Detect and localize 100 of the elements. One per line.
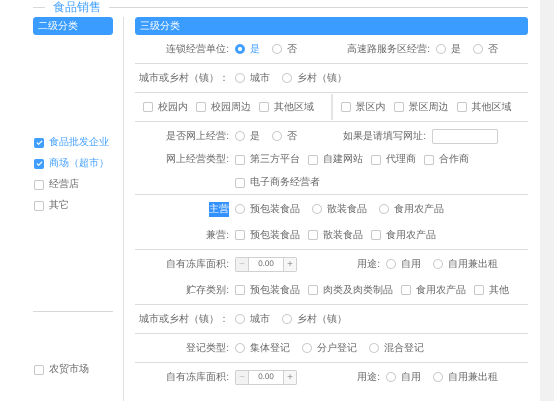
option-label: 是 — [451, 42, 461, 56]
checkbox[interactable] — [474, 285, 484, 295]
section-title: 食品销售 — [52, 1, 102, 13]
checkbox[interactable] — [394, 102, 404, 112]
field-label: 是否网上经营: — [166, 130, 229, 144]
radio-button[interactable] — [302, 343, 312, 353]
checkbox[interactable] — [235, 178, 245, 188]
url-input-field[interactable] — [432, 128, 498, 144]
option-label: 预包装食品 — [250, 202, 300, 216]
field-label: 用途: — [357, 258, 380, 270]
option-label: 食用农产品 — [386, 228, 436, 242]
radio-button[interactable] — [235, 314, 245, 324]
checkbox[interactable] — [34, 364, 44, 374]
category-label: 食品批发企业 — [49, 136, 109, 150]
radio-button[interactable] — [235, 44, 245, 54]
option-label: 食用农产品 — [416, 284, 466, 298]
radio-button[interactable] — [473, 44, 483, 54]
option-label: 其他区域 — [274, 100, 314, 114]
increment-button[interactable]: + — [283, 258, 296, 270]
checkbox[interactable] — [308, 230, 318, 240]
checkbox[interactable] — [34, 180, 44, 190]
option-label: 分户登记 — [317, 342, 357, 356]
field-label: 登记类型: — [186, 342, 229, 356]
category-label: 经营店 — [49, 178, 79, 192]
option-label: 散装食品 — [327, 202, 367, 216]
checkbox[interactable] — [34, 158, 44, 168]
option-label: 是 — [250, 130, 260, 144]
column-header: 三级分类 — [135, 17, 528, 35]
radio-button[interactable] — [436, 44, 446, 54]
option-label: 混合登记 — [384, 342, 424, 356]
radio-button[interactable] — [272, 131, 282, 141]
field-label: 连锁经营单位: — [166, 42, 229, 56]
option-label: 集体登记 — [250, 342, 290, 356]
radio-button[interactable] — [235, 343, 245, 353]
checkbox[interactable] — [308, 285, 318, 295]
increment-button[interactable]: + — [283, 370, 296, 384]
radio-button[interactable] — [386, 372, 396, 382]
radio-button[interactable] — [433, 259, 443, 269]
option-label: 散装食品 — [323, 228, 363, 242]
option-label: 电子商务经营者 — [250, 176, 320, 190]
option-label: 合作商 — [439, 152, 469, 167]
option-label: 乡村（镇） — [297, 72, 347, 86]
checkbox[interactable] — [235, 154, 245, 164]
option-label: 校园内 — [158, 100, 188, 114]
radio-button[interactable] — [369, 343, 379, 353]
option-label: 否 — [488, 42, 498, 56]
number-value: 0.00 — [257, 371, 275, 383]
radio-button[interactable] — [272, 44, 282, 54]
radio-button[interactable] — [379, 204, 389, 214]
column-header: 二级分类 — [33, 17, 113, 35]
check-icon — [36, 160, 42, 167]
option-label: 自用兼出租 — [448, 370, 498, 384]
field-label: 自有冻库面积: — [166, 258, 229, 272]
checkbox[interactable] — [456, 102, 466, 112]
radio-button[interactable] — [433, 372, 443, 382]
option-label: 城市 — [250, 312, 270, 326]
field-label: 高速路服务区经营: — [347, 44, 430, 54]
option-label: 其他 — [489, 284, 509, 298]
category-label: 农贸市场 — [49, 362, 89, 377]
field-label: 自有冻库面积: — [166, 370, 229, 384]
field-label: 主营 — [209, 202, 229, 216]
radio-button[interactable] — [282, 73, 292, 83]
field-label: 用途: — [357, 372, 380, 382]
radio-button[interactable] — [312, 204, 322, 214]
option-label: 自用兼出租 — [448, 258, 498, 272]
radio-button[interactable] — [282, 314, 292, 324]
checkbox[interactable] — [424, 154, 434, 164]
checkbox[interactable] — [143, 102, 153, 112]
checkbox[interactable] — [34, 138, 44, 148]
radio-button[interactable] — [235, 73, 245, 83]
number-stepper[interactable]: − 0.00 + — [235, 256, 297, 272]
checkbox[interactable] — [401, 285, 411, 295]
option-label: 肉类及肉类制品 — [323, 284, 393, 298]
field-label: 城市或乡村（镇）： — [139, 312, 229, 326]
option-label: 第三方平台 — [250, 152, 300, 167]
radio-button[interactable] — [235, 131, 245, 141]
checkbox[interactable] — [259, 102, 269, 112]
field-label: 网上经营类型: — [166, 152, 229, 167]
checkbox[interactable] — [235, 230, 245, 240]
option-label: 城市 — [250, 72, 270, 86]
radio-button[interactable] — [235, 204, 245, 214]
option-label: 否 — [287, 42, 297, 56]
checkbox[interactable] — [308, 154, 318, 164]
option-label: 预包装食品 — [250, 228, 300, 242]
checkbox[interactable] — [371, 230, 381, 240]
option-label: 乡村（镇） — [297, 312, 347, 326]
checkbox[interactable] — [196, 102, 206, 112]
checkbox[interactable] — [371, 154, 381, 164]
option-label: 其他区域 — [472, 100, 512, 114]
number-stepper[interactable]: − 0.00 + — [235, 370, 297, 384]
option-label: 否 — [287, 130, 297, 144]
option-label: 代理商 — [386, 152, 416, 167]
field-label: 贮存类别: — [186, 284, 229, 298]
checkbox[interactable] — [235, 285, 245, 295]
option-label: 预包装食品 — [250, 284, 300, 298]
category-label: 其它 — [49, 198, 69, 213]
checkbox[interactable] — [340, 102, 350, 112]
radio-button[interactable] — [386, 259, 396, 269]
option-label: 自用 — [401, 370, 421, 384]
checkbox[interactable] — [34, 200, 44, 210]
